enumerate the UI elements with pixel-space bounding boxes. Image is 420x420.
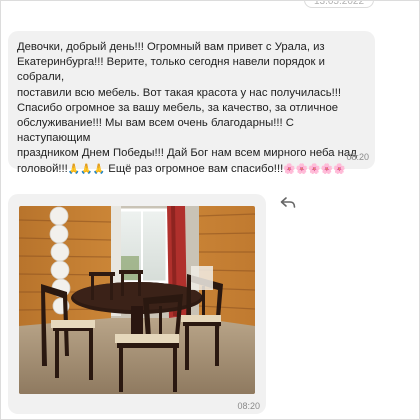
reply-icon[interactable] <box>280 196 296 210</box>
message-line: поставили всю мебель. Вот такая красота … <box>17 86 342 99</box>
flower-emoji-icon: 🌸🌸🌸🌸🌸 <box>283 163 346 175</box>
prayer-emoji-icon: 🙏🙏🙏 <box>67 163 106 175</box>
message-line: Спасибо огромное за вашу мебель, за каче… <box>17 101 339 114</box>
message-time: 08:20 <box>346 152 369 162</box>
photo-dining-room[interactable] <box>19 206 255 394</box>
message-line: праздником Днем Победы!!! Дай Бог нам вс… <box>17 147 357 160</box>
message-time: 08:20 <box>237 401 260 411</box>
message-line: головой!!! <box>17 162 68 175</box>
message-line: Девочки, добрый день!!! Огромный вам при… <box>17 41 325 53</box>
message-line: Екатеринбурга!!! Верите, только сегодня … <box>17 56 325 84</box>
message-bubble-text[interactable]: Девочки, добрый день!!! Огромный вам при… <box>8 31 375 175</box>
message-bubble-photo[interactable]: 08:20 <box>8 194 266 414</box>
message-text: Девочки, добрый день!!! Огромный вам при… <box>17 40 369 177</box>
message-line: обслуживание!!! Мы вам всем очень благод… <box>17 117 294 145</box>
date-pill: 13.05.2022 <box>304 0 374 8</box>
message-line: Ещё раз огромное вам спасибо!!! <box>105 162 284 175</box>
